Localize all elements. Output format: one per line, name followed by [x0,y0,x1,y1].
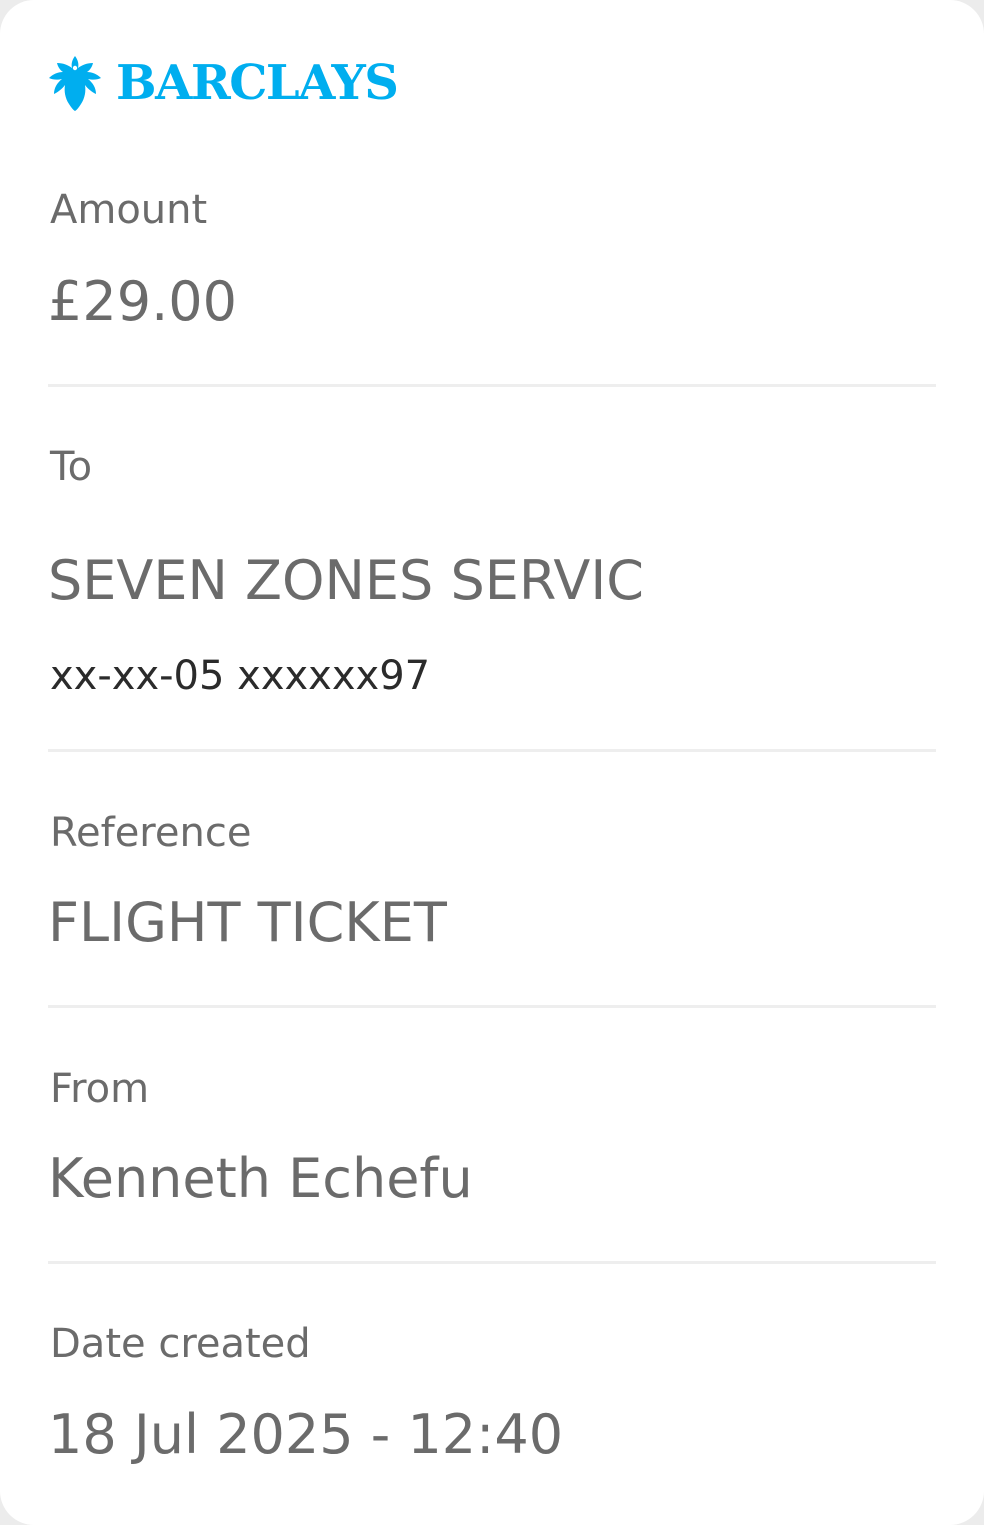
amount-value: £29.00 [48,270,237,333]
logo-wordmark: BARCLAYS [116,55,399,111]
reference-label: Reference [50,810,252,856]
to-value: SEVEN ZONES SERVIC [48,549,645,612]
to-label: To [50,444,93,490]
amount-label: Amount [50,187,208,233]
reference-value: FLIGHT TICKET [48,891,447,954]
to-account-number: xx-xx-05 xxxxxx97 [50,653,431,699]
date-created-value: 18 Jul 2025 - 12:40 [48,1403,564,1466]
divider [48,749,936,752]
from-label: From [50,1066,150,1112]
payment-receipt-card: BARCLAYS Amount £29.00 To SEVEN ZONES SE… [0,0,984,1525]
eagle-icon [49,56,101,111]
date-created-label: Date created [50,1321,311,1367]
divider [48,384,936,387]
divider [48,1005,936,1008]
divider [48,1261,936,1264]
from-value: Kenneth Echefu [48,1147,473,1210]
barclays-logo: BARCLAYS [48,52,399,114]
